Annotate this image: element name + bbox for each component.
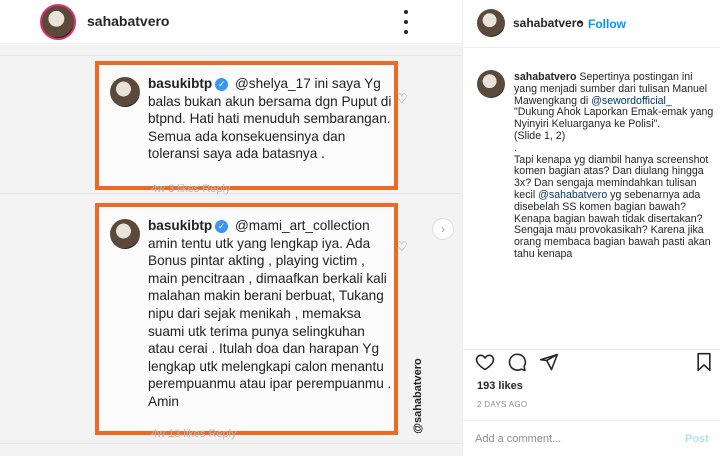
comment-username: basukibtp xyxy=(148,218,213,233)
comment-meta: 4w 13 likes Reply xyxy=(151,428,237,440)
comment-text: basukibtp ✓ @shelya_17 ini saya Yg balas … xyxy=(148,75,393,163)
comment-icon[interactable] xyxy=(507,352,527,372)
post-image: basukibtp ✓ @shelya_17 ini saya Yg balas … xyxy=(0,45,462,456)
comment-meta: 4w 3 likes Reply xyxy=(151,183,231,195)
post-timestamp[interactable]: 2 DAYS AGO xyxy=(477,400,527,409)
sidebar-header: sahabatvero • Follow xyxy=(463,0,720,48)
comment-avatar xyxy=(110,77,140,107)
comment-text: basukibtp ✓ @mami_art_collection amin ten… xyxy=(148,217,393,411)
separator: • xyxy=(578,15,583,29)
verified-icon: ✓ xyxy=(215,78,229,91)
sidebar-username[interactable]: sahabatvero xyxy=(513,16,584,30)
post-comment-button[interactable]: Post xyxy=(685,433,709,445)
caption-text: sahabatvero Sepertinya postingan ini yan… xyxy=(514,71,714,260)
comment-box: Post xyxy=(463,420,720,456)
next-slide-icon[interactable]: › xyxy=(432,218,454,240)
comment-screenshot-1: basukibtp ✓ @shelya_17 ini saya Yg balas … xyxy=(95,61,398,195)
post-avatar[interactable] xyxy=(40,4,76,40)
share-icon[interactable] xyxy=(539,352,559,372)
comment-username: basukibtp xyxy=(148,76,213,91)
caption-avatar[interactable] xyxy=(477,70,505,98)
comment-input[interactable] xyxy=(475,430,665,448)
caption: sahabatvero Sepertinya postingan ini yan… xyxy=(463,70,720,340)
comment-like-icon: ♡ xyxy=(396,91,408,106)
comment-body: @mami_art_collection amin tentu utk yang… xyxy=(148,218,392,409)
follow-button[interactable]: Follow xyxy=(588,17,626,31)
more-options-icon[interactable] xyxy=(398,10,414,34)
post-header: sahabatvero xyxy=(0,0,462,44)
sidebar-avatar[interactable] xyxy=(477,9,505,37)
mention-link[interactable]: @sahabatvero xyxy=(538,189,607,201)
comment-avatar xyxy=(110,219,140,249)
verified-icon: ✓ xyxy=(215,220,229,233)
post-sidebar: sahabatvero • Follow sahabatvero Seperti… xyxy=(462,0,720,456)
post-username[interactable]: sahabatvero xyxy=(87,13,169,29)
caption-username[interactable]: sahabatvero xyxy=(514,71,576,83)
comment-screenshot-2: basukibtp ✓ @mami_art_collection amin ten… xyxy=(95,203,398,440)
like-icon[interactable] xyxy=(475,352,495,372)
mention-link[interactable]: @sewordofficial_ xyxy=(591,95,672,107)
action-bar xyxy=(463,349,720,373)
comment-like-icon: ♡ xyxy=(396,239,408,254)
likes-count[interactable]: 193 likes xyxy=(477,380,523,392)
watermark: @sahabatvero xyxy=(411,358,424,434)
save-icon[interactable] xyxy=(695,352,713,372)
